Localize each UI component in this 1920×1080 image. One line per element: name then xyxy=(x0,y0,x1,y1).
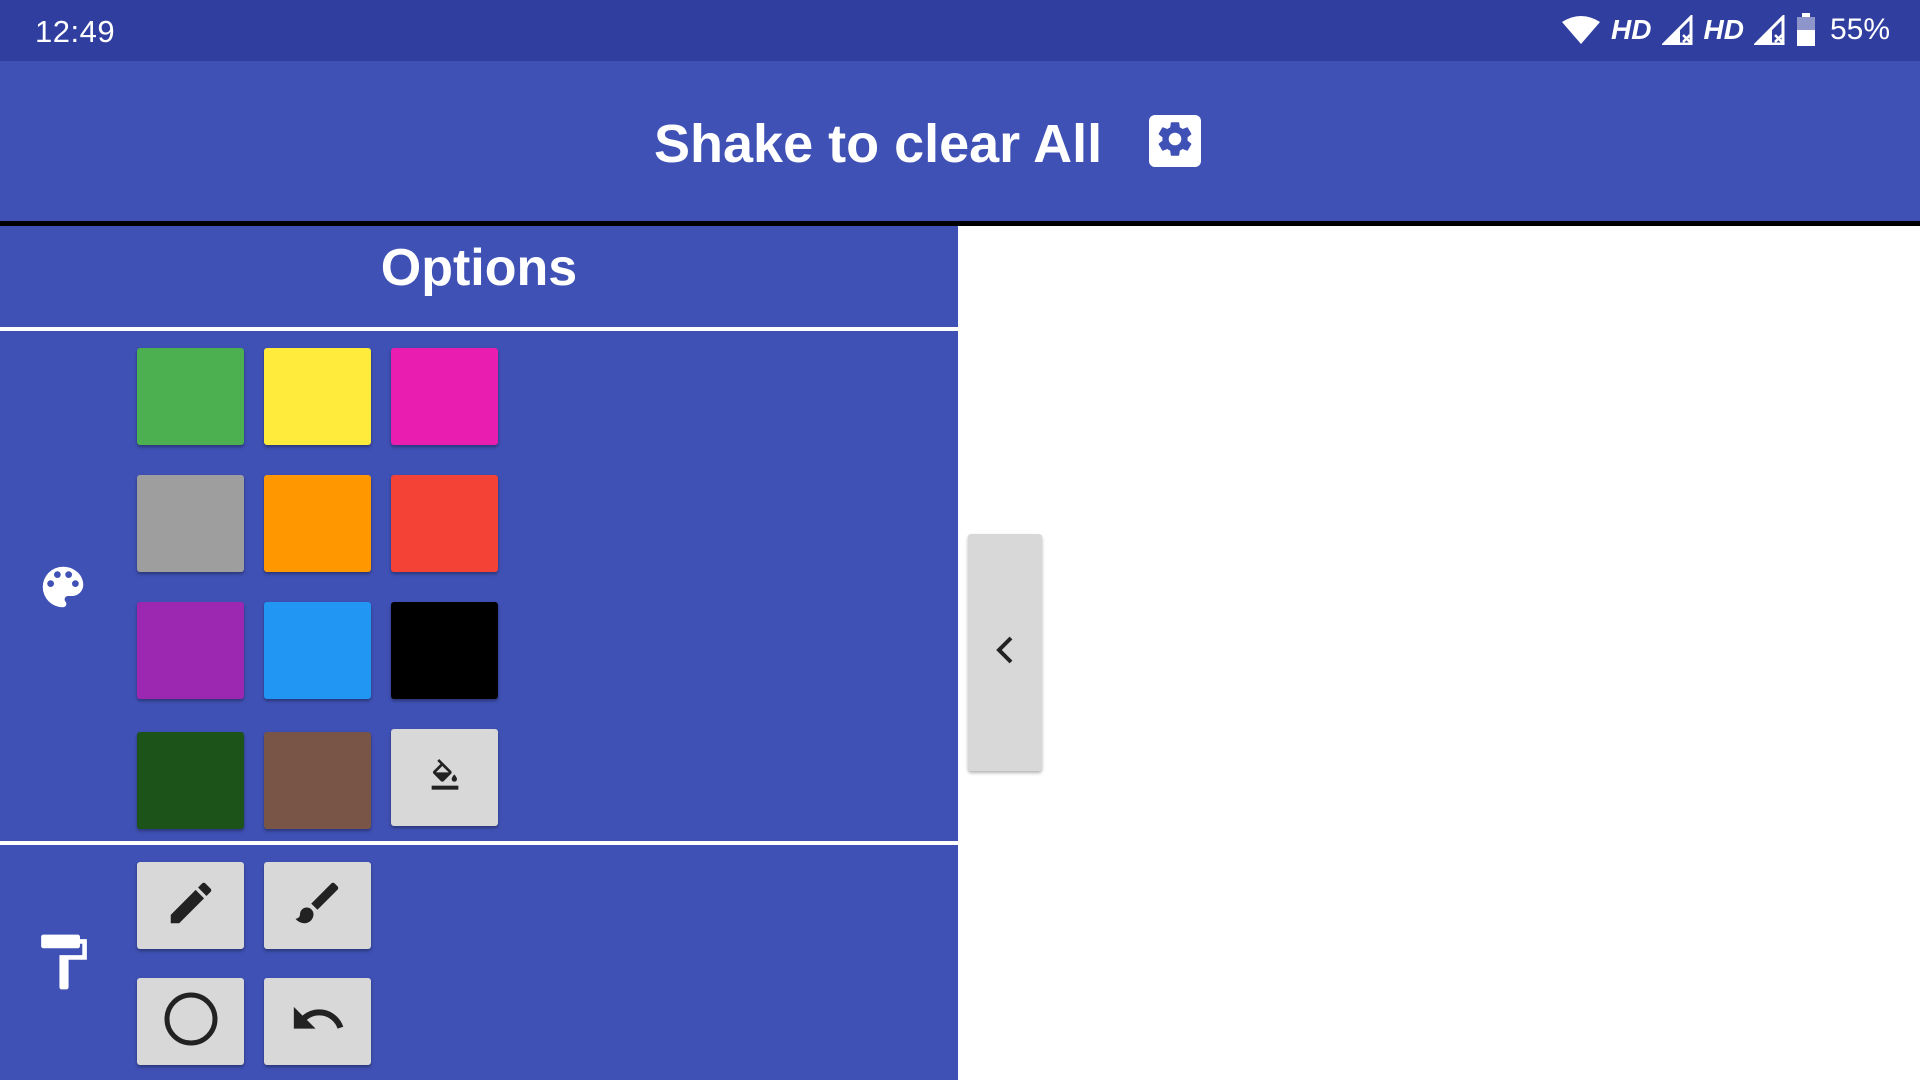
circle-tool-button[interactable] xyxy=(137,978,244,1065)
wifi-icon xyxy=(1561,15,1601,45)
drawing-canvas[interactable] xyxy=(958,226,1920,1080)
options-panel: Options xyxy=(0,226,958,1080)
undo-button[interactable] xyxy=(264,978,371,1065)
gear-icon xyxy=(1154,118,1196,165)
pencil-icon xyxy=(164,876,218,935)
color-swatch-purple[interactable] xyxy=(137,602,244,699)
palette-icon xyxy=(36,560,90,619)
app-bar: Shake to clear All xyxy=(0,61,1920,221)
status-icons: HD HD 55% xyxy=(1561,12,1890,48)
color-swatch-dark-green[interactable] xyxy=(137,732,244,829)
color-swatch-black[interactable] xyxy=(391,602,498,699)
battery-level: 55% xyxy=(1829,13,1890,46)
brush-icon xyxy=(291,876,345,935)
color-swatch-orange[interactable] xyxy=(264,475,371,572)
options-divider xyxy=(0,327,958,331)
color-swatch-pink[interactable] xyxy=(391,348,498,445)
network-label: HD xyxy=(1611,14,1652,45)
color-swatch-blue[interactable] xyxy=(264,602,371,699)
status-time: 12:49 xyxy=(35,14,116,49)
drawer-toggle-button[interactable] xyxy=(968,534,1042,771)
network-label: HD xyxy=(1703,14,1744,45)
color-swatch-grey[interactable] xyxy=(137,475,244,572)
chevron-left-icon xyxy=(990,630,1020,675)
app-title: Shake to clear All xyxy=(654,114,1103,174)
undo-icon xyxy=(289,990,347,1053)
options-divider xyxy=(0,841,958,845)
battery-icon xyxy=(1796,13,1816,47)
signal-icon xyxy=(1753,15,1786,45)
circle-icon xyxy=(162,990,220,1053)
settings-button[interactable] xyxy=(1149,115,1201,167)
paint-roller-icon xyxy=(36,930,92,999)
fill-color-button[interactable] xyxy=(391,729,498,826)
signal-icon xyxy=(1661,15,1694,45)
color-swatch-red[interactable] xyxy=(391,475,498,572)
options-title: Options xyxy=(380,239,578,297)
color-swatch-green[interactable] xyxy=(137,348,244,445)
status-bar: 12:49 HD HD 55% xyxy=(0,0,1920,61)
color-swatch-brown[interactable] xyxy=(264,732,371,829)
paint-bucket-icon xyxy=(429,759,461,796)
brush-tool-button[interactable] xyxy=(264,862,371,949)
color-swatch-yellow[interactable] xyxy=(264,348,371,445)
pencil-tool-button[interactable] xyxy=(137,862,244,949)
